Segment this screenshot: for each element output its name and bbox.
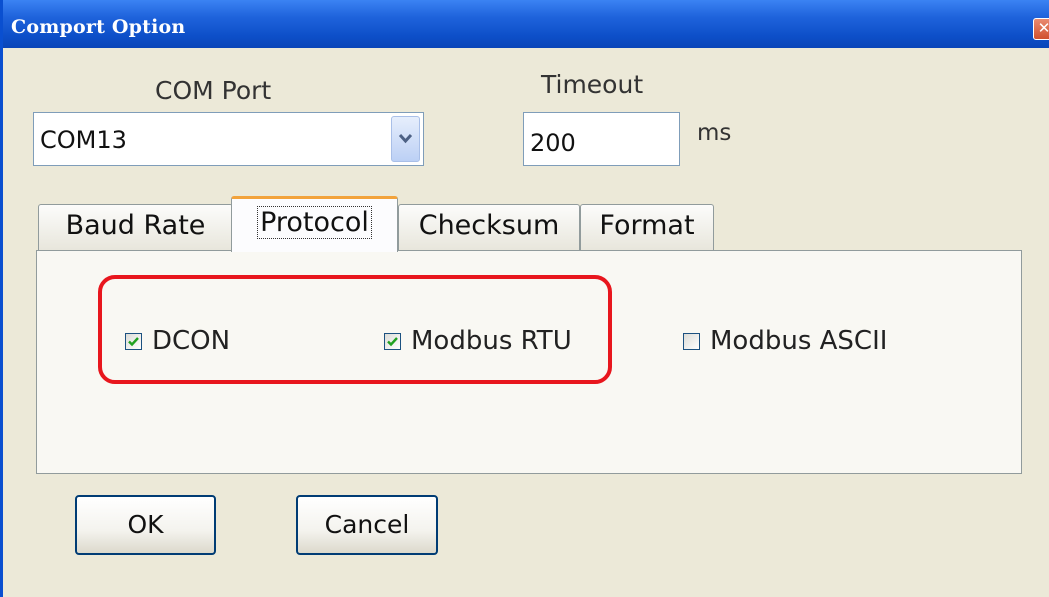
timeout-label: Timeout [541, 70, 644, 99]
title-bar[interactable]: Comport Option ✕ [3, 0, 1049, 48]
highlight-annotation [98, 275, 612, 384]
chevron-down-icon [398, 133, 413, 144]
close-icon: ✕ [1038, 19, 1049, 37]
cancel-button[interactable]: Cancel [296, 495, 438, 555]
tab-label: Protocol [257, 206, 372, 239]
modbus-ascii-checkbox[interactable]: Modbus ASCII [683, 326, 933, 356]
tab-checksum[interactable]: Checksum [398, 204, 580, 250]
checkbox-box[interactable] [683, 333, 700, 350]
checkbox-label: Modbus ASCII [710, 326, 888, 356]
tab-format[interactable]: Format [580, 204, 714, 250]
tab-protocol[interactable]: Protocol [231, 196, 398, 252]
tab-label: Format [599, 210, 695, 241]
window-title: Comport Option [11, 16, 186, 38]
com-port-select[interactable]: COM13 [33, 112, 424, 166]
tab-label: Checksum [418, 210, 560, 241]
timeout-unit-label: ms [697, 120, 732, 146]
tab-label: Baud Rate [65, 210, 206, 241]
tab-baud-rate[interactable]: Baud Rate [38, 204, 233, 250]
com-port-label: COM Port [155, 76, 272, 105]
timeout-input[interactable] [523, 112, 680, 166]
com-port-value: COM13 [40, 126, 127, 154]
comport-option-dialog: Comport Option ✕ COM Port COM13 Timeout … [0, 0, 1049, 597]
ok-button[interactable]: OK [75, 495, 216, 555]
close-button[interactable]: ✕ [1033, 18, 1049, 40]
dropdown-button[interactable] [391, 116, 420, 162]
